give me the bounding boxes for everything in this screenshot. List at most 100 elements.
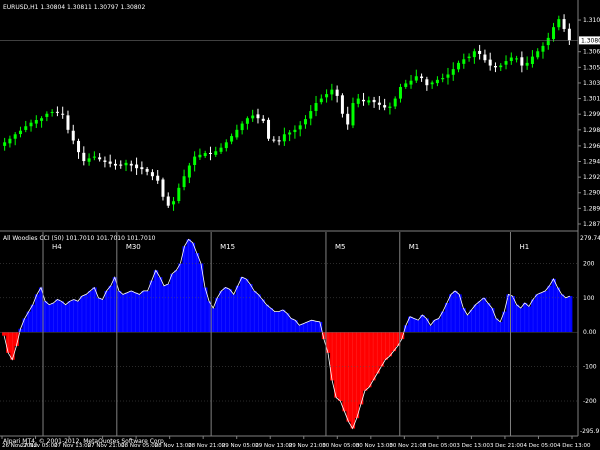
- candle-body: [87, 158, 91, 162]
- cci-bar: [465, 315, 470, 333]
- cci-bar: [325, 332, 331, 353]
- time-tick-label: 30 Nov 21:00: [389, 443, 427, 449]
- cci-level-label: -200: [583, 398, 597, 405]
- price-tick-label: 1.30325: [583, 80, 600, 87]
- candle-body: [520, 57, 524, 66]
- cci-bar: [424, 318, 429, 333]
- cci-bar: [231, 294, 237, 333]
- candle-body: [362, 99, 366, 102]
- timeframe-label: M15: [220, 243, 235, 251]
- cci-bar: [264, 304, 269, 333]
- candle-body: [319, 98, 323, 103]
- price-tick-label: 1.29270: [583, 174, 600, 181]
- cci-bar: [256, 294, 261, 333]
- candle-body: [567, 28, 571, 41]
- candle-body: [351, 103, 355, 126]
- candle-body: [562, 19, 566, 29]
- candle-body: [98, 157, 102, 160]
- cci-bar: [55, 299, 60, 333]
- candle-body: [82, 152, 86, 162]
- candle-body: [177, 187, 181, 201]
- candle-body: [430, 82, 434, 85]
- cci-bar: [186, 239, 192, 333]
- cci-bar: [301, 323, 306, 333]
- cci-bar: [416, 320, 421, 333]
- cci-bar: [166, 284, 171, 333]
- cci-bar: [498, 321, 503, 333]
- candle-body: [536, 51, 540, 58]
- cci-bar: [350, 332, 356, 429]
- candle-body: [493, 65, 497, 68]
- timeframe-label: H1: [519, 243, 529, 251]
- candle-body: [203, 153, 207, 157]
- timeframe-label: M5: [335, 243, 346, 251]
- candle-body: [515, 58, 519, 60]
- cci-bar: [153, 270, 159, 333]
- candle-body: [472, 51, 476, 58]
- cci-bar: [276, 311, 282, 333]
- cci-bar: [362, 332, 368, 391]
- candle-body: [193, 156, 197, 165]
- cci-bar: [342, 332, 347, 412]
- cci-bar: [366, 332, 372, 388]
- time-tick-label: 29 Nov 05:00: [222, 443, 260, 449]
- candle-body: [478, 50, 482, 54]
- candle-body: [119, 164, 123, 166]
- price-tick-label: 1.28920: [583, 205, 600, 212]
- candle: [267, 117, 271, 141]
- candle-body: [356, 98, 360, 104]
- candle-body: [129, 163, 133, 166]
- candle-body: [414, 76, 418, 81]
- candle-body: [240, 123, 244, 131]
- candle-body: [340, 95, 344, 114]
- time-tick-label: 29 Nov 13:00: [255, 443, 293, 449]
- candle-body: [393, 98, 397, 107]
- price-tick-label: 1.29445: [583, 159, 600, 166]
- time-tick-label: 28 Nov 21:00: [188, 443, 226, 449]
- candle-body: [61, 113, 65, 115]
- cci-bar: [448, 294, 454, 333]
- cci-top-value: 279.7423: [580, 235, 600, 242]
- price-tick-label: 1.29095: [583, 190, 600, 197]
- candle-body: [140, 167, 144, 170]
- candle-body: [309, 111, 313, 119]
- candle-body: [92, 156, 96, 158]
- cci-bar: [309, 320, 315, 333]
- candle-body: [214, 151, 218, 155]
- candle-body: [530, 56, 534, 64]
- candle-body: [182, 176, 186, 188]
- candle-body: [372, 99, 376, 103]
- candle-body: [40, 118, 44, 121]
- candle-body: [71, 130, 75, 141]
- time-tick-label: 30 Nov 13:00: [356, 443, 394, 449]
- current-price-label: 1.30802: [581, 37, 600, 44]
- candle-body: [156, 175, 160, 181]
- candle-body: [8, 138, 12, 144]
- candle-body: [3, 142, 7, 146]
- indicator-header: All Woodies CCI (50) 101.7010 101.7010 1…: [3, 235, 156, 242]
- cci-bar: [219, 290, 224, 333]
- timeframe-label: H4: [52, 243, 62, 251]
- cci-bar: [436, 318, 442, 333]
- candle-body: [282, 134, 286, 142]
- candle-body: [256, 114, 260, 119]
- cci-bar: [473, 304, 479, 333]
- cci-bar: [47, 304, 52, 333]
- candle-body: [277, 140, 281, 142]
- candle-body: [198, 154, 202, 158]
- candle-body: [24, 126, 28, 130]
- time-tick-label: 3 Dec 13:00: [456, 443, 490, 449]
- candle-body: [435, 79, 439, 84]
- candle-body: [346, 113, 350, 125]
- cci-level-label: -100: [583, 364, 597, 371]
- cci-bar: [375, 332, 380, 374]
- candle-body: [335, 89, 339, 96]
- candle-body: [446, 74, 450, 78]
- candle-body: [272, 139, 276, 141]
- candle-body: [377, 102, 381, 105]
- chart-canvas[interactable]: H4 M30 M15 M5 M1 H1 EURUSD,H1 1.30804 1.30811…: [0, 0, 600, 450]
- candle-body: [224, 142, 228, 149]
- cci-bar: [387, 332, 392, 357]
- candle-body: [103, 160, 107, 162]
- candle-body: [187, 165, 191, 178]
